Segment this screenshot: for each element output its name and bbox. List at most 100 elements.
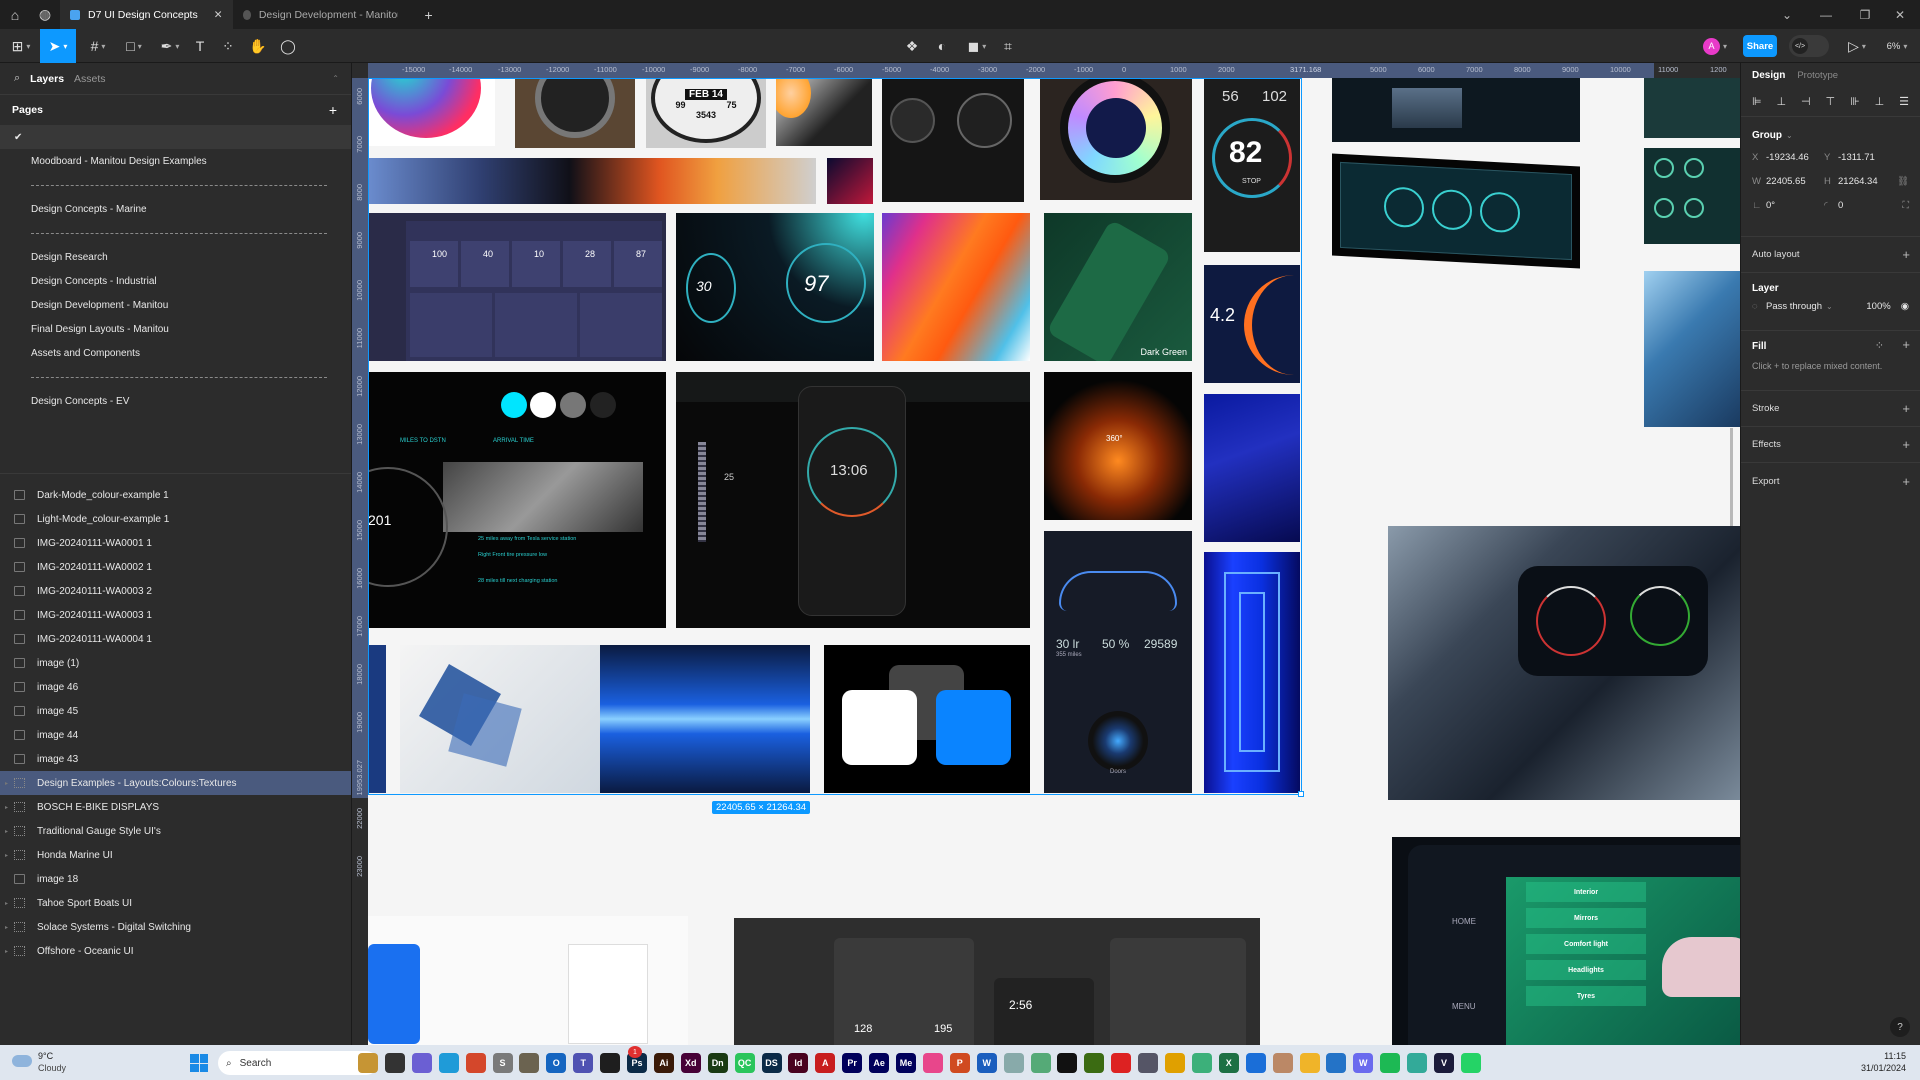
text-tool[interactable]: T [190,29,210,63]
page-item[interactable]: Design Research [0,245,351,269]
premiere-app-icon[interactable]: Pr [842,1053,863,1073]
layer-item[interactable]: IMG-20240111-WA0003 2 [0,579,351,603]
cmd-app-icon[interactable] [1057,1053,1078,1073]
align-top-icon[interactable]: ⊤ [1826,95,1836,108]
move-tool[interactable]: ➤ ▾ [40,29,76,63]
creative-cloud-app-icon[interactable] [922,1053,943,1073]
shape-tool[interactable]: □ ▾ [120,29,148,63]
watchface-image[interactable]: FEB 14 99 75 3543 [646,78,766,148]
blue-tunnel-image[interactable] [1204,552,1300,793]
glass-tiles-image[interactable] [824,645,1030,793]
align-middle-v-icon[interactable]: ⊪ [1850,95,1860,108]
opacity-field[interactable]: 100% [1866,301,1890,312]
google-drive-app-icon[interactable] [1407,1053,1428,1073]
nvidia-app-icon[interactable] [1084,1053,1105,1073]
car-console-image[interactable] [882,78,1024,202]
expand-arrow-icon[interactable]: ▸ [5,948,8,955]
spotify-app-icon[interactable] [1380,1053,1401,1073]
media-encoder-app-icon[interactable]: Me [896,1053,916,1073]
y-field[interactable]: -1311.71 [1838,152,1875,163]
word-app-icon[interactable]: W [976,1053,997,1073]
excel-app-icon[interactable]: X [1218,1053,1239,1073]
clock[interactable]: 11:15 31/01/2024 [1861,1050,1906,1074]
weather-widget[interactable]: 9°C Cloudy [38,1050,66,1074]
comment-tool[interactable]: ◯ [278,29,298,63]
illustrator-app-icon[interactable]: Ai [653,1053,674,1073]
qc-app-icon[interactable]: QC [734,1053,755,1073]
boolean-button[interactable]: ◼ ▾ [962,29,992,63]
align-center-h-icon[interactable]: ⊥ [1777,95,1787,108]
tab-assets[interactable]: Assets [74,73,106,85]
tab-design[interactable]: Design [1752,70,1785,81]
community-globe-icon[interactable]: ◍ [30,0,60,29]
distribute-icon[interactable]: ☰ [1899,95,1909,108]
resize-handle[interactable] [1298,791,1304,797]
taskbar-search[interactable]: ⌕ Search [218,1051,378,1075]
blue-motion-image[interactable] [600,645,810,793]
resources-tool[interactable]: ⁘ [218,29,238,63]
layer-item[interactable]: image 44 [0,723,351,747]
teams-meet-app-icon[interactable] [411,1053,432,1073]
layer-item[interactable]: image 46 [0,675,351,699]
add-auto-layout-button[interactable]: + [1902,247,1910,262]
align-bottom-icon[interactable]: ⊥ [1875,95,1885,108]
page-item-current[interactable]: ✔ [0,125,351,149]
expand-arrow-icon[interactable]: ▸ [5,828,8,835]
close-tab-icon[interactable]: ✕ [214,9,223,21]
layer-item[interactable]: IMG-20240111-WA0003 1 [0,603,351,627]
cloud-icon[interactable] [12,1055,32,1067]
page-item[interactable]: Design Concepts - EV [0,389,351,413]
layer-item[interactable]: Light-Mode_colour-example 1 [0,507,351,531]
align-left-icon[interactable]: ⊫ [1752,95,1762,108]
indesign-app-icon[interactable]: Id [788,1053,809,1073]
width-field[interactable]: 22405.65 [1766,176,1824,187]
mask-button[interactable]: ◐ [932,29,952,63]
color-wheel-knob-image[interactable] [1040,78,1192,200]
calculator-app-icon[interactable] [1138,1053,1159,1073]
crop-button[interactable]: ⌗ [998,29,1018,63]
page-item[interactable]: Final Design Layouts - Manitou [0,317,351,341]
abstract-waves-image[interactable] [882,213,1030,361]
x-field[interactable]: -19234.46 [1766,152,1824,163]
acrobat-app-icon[interactable]: A [815,1053,836,1073]
app-blue-app-icon[interactable] [1245,1053,1266,1073]
component-button[interactable]: ❖ [902,29,922,63]
chatgpt-app-icon[interactable] [1191,1053,1212,1073]
align-right-icon[interactable]: ⊣ [1801,95,1811,108]
layer-item[interactable]: image 43 [0,747,351,771]
layer-item[interactable]: image 18 [0,867,351,891]
visibility-eye-icon[interactable]: ◉ [1901,301,1909,312]
teal-gauges-image[interactable] [1644,148,1740,244]
expand-arrow-icon[interactable]: ▸ [5,804,8,811]
rotation-field[interactable]: 0° [1766,200,1824,211]
gauge-360-image[interactable]: 360° [1044,372,1192,520]
corner-radius-field[interactable]: 0 [1838,200,1843,211]
add-export-button[interactable]: + [1902,474,1910,489]
design-canvas[interactable]: FEB 14 99 75 3543 56 102 82 STOP 100 40 10 2… [368,78,1740,1045]
dashboard-ui-image[interactable]: 100 40 10 28 87 [368,213,666,361]
expand-arrow-icon[interactable]: ▸ [5,780,8,787]
file-explorer-app-icon[interactable] [358,1053,378,1073]
android-dashboard-image[interactable]: 13:06 25 [676,372,1030,628]
group-label[interactable]: Group [1752,130,1782,141]
expand-arrow-icon[interactable]: ▸ [5,852,8,859]
expand-arrow-icon[interactable]: ▸ [5,900,8,907]
skype-app-icon[interactable]: S [492,1053,513,1073]
gimp-app-icon[interactable] [519,1053,540,1073]
independent-corners-icon[interactable]: ⛶ [1902,200,1909,211]
folder-app-icon[interactable] [1299,1053,1320,1073]
layer-item[interactable]: ▸ Solace Systems - Digital Switching [0,915,351,939]
blue-glass-image[interactable] [400,645,600,793]
xd-app-icon[interactable]: Xd [680,1053,701,1073]
blend-mode-dropdown[interactable]: Pass through [1766,301,1822,312]
layer-item[interactable]: image (1) [0,651,351,675]
constrain-proportions-icon[interactable]: ⛓ [1897,176,1909,187]
layer-item[interactable]: IMG-20240111-WA0004 1 [0,627,351,651]
new-tab-button[interactable]: + [414,0,444,29]
height-field[interactable]: 21264.34 [1838,176,1878,187]
page-item[interactable]: Design Development - Manitou [0,293,351,317]
edge-app-icon[interactable] [438,1053,459,1073]
layer-item[interactable]: image 45 [0,699,351,723]
page-item[interactable]: Design Concepts - Industrial [0,269,351,293]
vpn-lock-app-icon[interactable] [1030,1053,1051,1073]
